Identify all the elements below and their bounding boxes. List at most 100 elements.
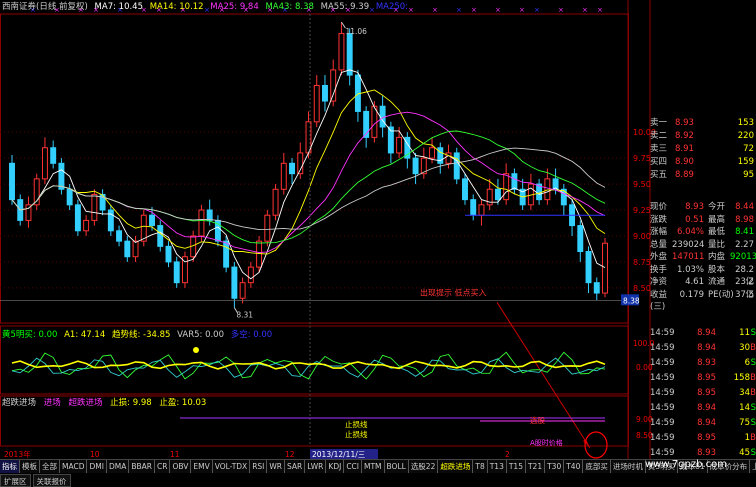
tab-12[interactable]: WR [267,460,286,473]
tab-27[interactable]: 底部买 [583,460,611,473]
trade-dir: B [750,388,756,398]
ind1-marker [193,347,199,353]
price-tick-label: 9.00 [633,232,651,241]
stat-value2: 8.44 [735,202,754,212]
trade-dir: S [750,418,756,428]
stat-key: 涨跌 [650,214,668,225]
tab-25[interactable]: T30 [545,460,565,473]
top-marker: × [456,6,462,14]
stock-title: 西南证券(日线 前复权) [2,2,88,12]
tab-0[interactable]: 指标 [0,460,20,473]
order-vol: 220 [737,131,754,141]
tab-7[interactable]: CR [155,460,171,473]
candle-body [223,240,230,268]
tab-21[interactable]: T8 [473,460,488,473]
candle-body [511,173,518,190]
trade-row: 14:59 8.94 75 S [650,416,756,431]
indicator1-header: 黄5明买: 0.00 A1: 47.14 趋势线: -34.85 VAR5: 0… [2,330,276,341]
tab-4[interactable]: DMI [87,460,107,473]
tab-2[interactable]: 全部 [40,460,60,473]
ind2-a: 进场 [43,398,61,408]
signal-text: 出现提示 低点买入 [420,287,487,297]
order-row: 卖二 8.92 220 [650,130,756,143]
trade-qty: 30 [739,343,750,353]
order-row: 买四 8.90 159 [650,156,756,169]
tab-19[interactable]: 选股22 [409,460,439,473]
stat-value2: 37.5 [735,289,754,300]
stat-row: 换手 1.03% 股本 28.2亿 [650,264,756,288]
tab-15[interactable]: KDJ [326,460,345,473]
tab-23[interactable]: T15 [507,460,526,473]
stat-value2: 28.2亿 [735,264,754,288]
candle-body [478,204,485,216]
ind2-name: 超跌进场 [2,398,37,408]
tab-20[interactable]: 超跌进场 [438,460,474,473]
ind1-name: 黄5明买: 0.00 [2,330,58,340]
tab-16[interactable]: CCI [344,460,362,473]
date-axis-label: 11 [170,450,180,459]
ma7-legend: MA7: 10.45 [94,2,144,12]
order-vol: 153 [737,118,754,128]
chart-canvas[interactable]: 10.009.759.509.259.008.758.5011.068.318.… [0,0,756,487]
stat-key2: 最高 [708,214,726,225]
candle-body [58,162,65,190]
tab-14[interactable]: LWR [305,460,327,473]
stoploss-label: 止损线 [345,429,368,439]
ind1-extra: 多空: 0.00 [230,330,273,340]
stat-row: 涨跌 0.51 最高 8.98 [650,214,756,227]
tab-22[interactable]: T13 [488,460,507,473]
trade-qty: 158 [733,373,750,383]
order-vol: 72 [743,144,754,154]
order-row: 卖三 8.91 72 [650,143,756,156]
candle-body [107,209,114,232]
stat-key2: 股本 [708,264,726,275]
order-label: 卖一 [650,118,668,128]
bottom-button-1[interactable]: 关联报价 [32,474,71,487]
tab-1[interactable]: 模板 [20,460,40,473]
candle-body [272,188,279,216]
indicator2-header: 超跌进场 进场 超跌进场 止损: 9.98 止盈: 10.03 [2,398,211,409]
stat-key: 换手 [650,264,668,275]
tab-18[interactable]: BOLL [385,460,409,473]
candle-body [494,188,501,201]
tab-32[interactable]: 上证指数 [750,460,756,473]
candle-body [429,147,436,159]
ind2-b: 超跌进场 [68,398,103,408]
bottom-bar: 扩展区 关联报价 [0,474,756,487]
tab-10[interactable]: VOL-TDX [213,460,251,473]
trade-dir: B [750,433,756,443]
candle-body [412,157,419,175]
tab-3[interactable]: MACD [60,460,88,473]
candle-body [264,214,271,242]
trade-time: 14:59 [650,418,675,428]
date-axis-label: 2013年 [4,449,31,459]
tab-8[interactable]: OBV [170,460,192,473]
tab-6[interactable]: BBAR [129,460,155,473]
tab-28[interactable]: 进场时机 [611,460,646,473]
tab-5[interactable]: DMA [107,460,130,473]
price-tick-label: 8.75 [633,258,651,267]
tab-17[interactable]: MTM [362,460,385,473]
trade-qty: 75 [739,418,750,428]
trade-price: 8.95 [697,388,716,398]
candle-body [157,225,164,247]
candle-body [503,173,510,201]
ind1-trend: 趋势线: -34.85 [111,330,171,340]
trade-price: 8.93 [697,358,716,368]
candle-body [330,69,337,102]
signal-arrow [496,302,591,449]
tab-13[interactable]: SAR [285,460,306,473]
tab-26[interactable]: T40 [564,460,584,473]
stat-row: 涨幅 6.04% 最低 8.41 [650,226,756,239]
trade-qty: 14 [739,403,750,413]
order-price: 8.91 [675,144,694,154]
stat-key: 外盘 [650,252,668,262]
stat-key2: 流通 [708,277,726,287]
bottom-button-0[interactable]: 扩展区 [0,474,31,487]
tab-11[interactable]: RSI [250,460,268,473]
trade-time: 14:59 [650,358,675,368]
tab-9[interactable]: EMV [191,460,213,473]
candle-body [322,84,328,102]
tab-24[interactable]: T21 [526,460,546,473]
trade-row: 14:59 8.95 1 B [650,431,756,446]
